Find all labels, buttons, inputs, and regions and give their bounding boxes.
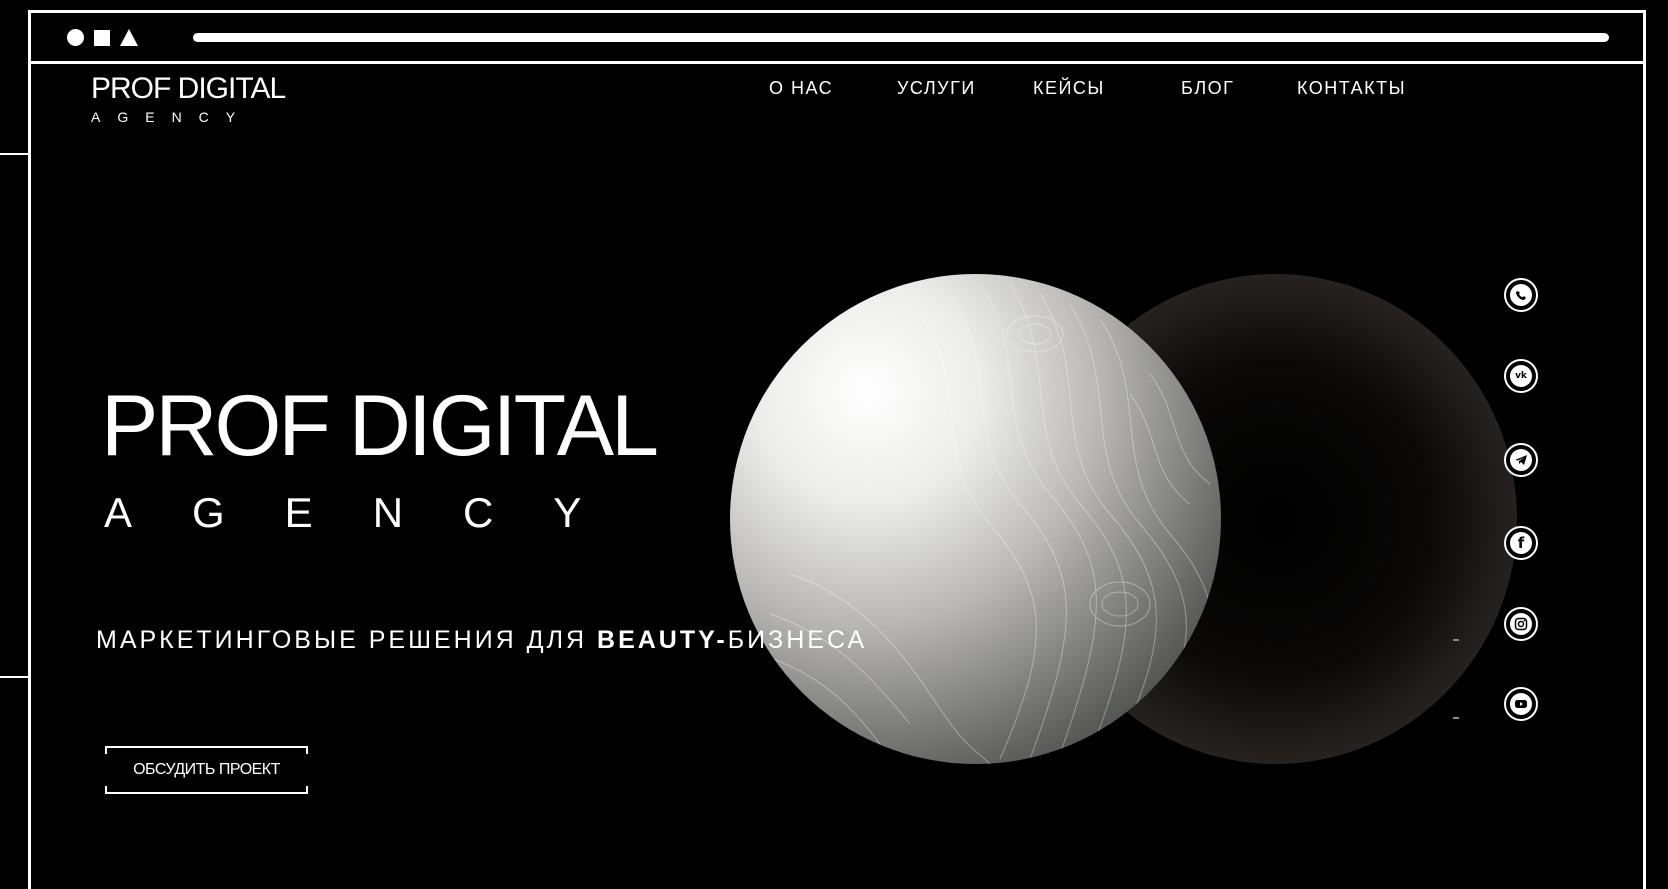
facebook-glyph: f bbox=[1510, 532, 1532, 554]
nav-item-cases[interactable]: КЕЙСЫ bbox=[1033, 78, 1105, 99]
plane-glyph bbox=[1515, 455, 1527, 465]
left-edge-line-bottom bbox=[0, 676, 28, 678]
discuss-project-button[interactable]: ОБСУДИТЬ ПРОЕКТ bbox=[105, 746, 308, 794]
divider bbox=[1453, 717, 1459, 719]
camera-glyph bbox=[1514, 617, 1528, 631]
tagline-text: МАРКЕТИНГОВЫЕ РЕШЕНИЯ ДЛЯ bbox=[96, 626, 598, 654]
play-glyph bbox=[1515, 700, 1527, 708]
logo-subtitle: AGENCY bbox=[91, 109, 253, 125]
light-sphere-image bbox=[730, 274, 1221, 764]
nav-item-contacts[interactable]: КОНТАКТЫ bbox=[1297, 78, 1406, 99]
whatsapp-icon[interactable] bbox=[1504, 278, 1538, 312]
square-icon[interactable] bbox=[94, 29, 110, 46]
logo-title: PROF DIGITAL bbox=[91, 72, 286, 105]
circle-icon[interactable] bbox=[67, 29, 84, 46]
nav-item-blog[interactable]: БЛОГ bbox=[1181, 78, 1234, 99]
vk-icon[interactable]: vk bbox=[1504, 359, 1538, 393]
hero-title: PROF DIGITAL bbox=[101, 378, 659, 474]
facebook-icon[interactable]: f bbox=[1504, 526, 1538, 560]
whatsapp-glyph bbox=[1510, 284, 1532, 306]
tagline-bold: BEAUTY- bbox=[597, 626, 728, 654]
site-logo[interactable]: PROF DIGITAL AGENCY bbox=[91, 72, 286, 126]
telegram-glyph bbox=[1510, 449, 1532, 471]
youtube-icon[interactable] bbox=[1504, 687, 1538, 721]
left-edge-line-top bbox=[0, 153, 28, 155]
triangle-icon[interactable] bbox=[120, 29, 138, 46]
youtube-glyph bbox=[1510, 693, 1532, 715]
hero-tagline: МАРКЕТИНГОВЫЕ РЕШЕНИЯ ДЛЯ BEAUTY-БИЗНЕСА bbox=[96, 626, 867, 655]
window-controls bbox=[67, 29, 138, 46]
browser-toolbar bbox=[31, 13, 1643, 64]
nav-item-about[interactable]: О НАС bbox=[769, 78, 833, 99]
nav-item-services[interactable]: УСЛУГИ bbox=[897, 78, 976, 99]
vk-glyph: vk bbox=[1510, 365, 1532, 387]
divider bbox=[1453, 639, 1459, 641]
instagram-icon[interactable] bbox=[1504, 607, 1538, 641]
browser-window: PROF DIGITAL AGENCY О НАС УСЛУГИ КЕЙСЫ Б… bbox=[28, 10, 1646, 889]
telegram-icon[interactable] bbox=[1504, 443, 1538, 477]
cta-label: ОБСУДИТЬ ПРОЕКТ bbox=[133, 761, 280, 778]
address-bar[interactable] bbox=[193, 33, 1609, 42]
contour-lines bbox=[759, 283, 1213, 764]
instagram-glyph bbox=[1510, 613, 1532, 635]
hero-subtitle: AGENCY bbox=[104, 489, 642, 536]
tagline-text-end: БИЗНЕСА bbox=[727, 626, 868, 654]
phone-glyph bbox=[1516, 291, 1526, 300]
